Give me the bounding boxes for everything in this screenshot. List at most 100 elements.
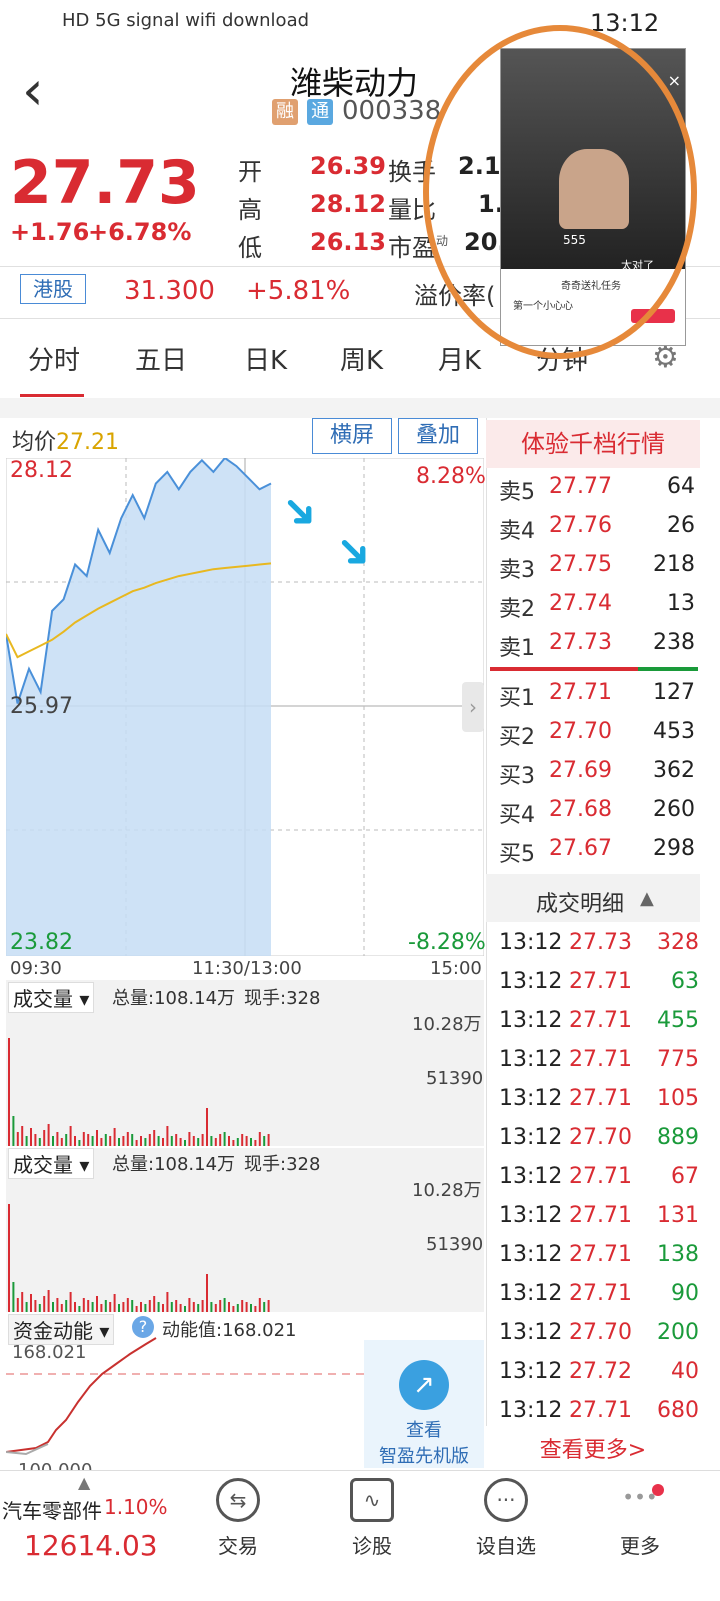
volume-bar — [12, 1116, 15, 1146]
volume-bar — [30, 1128, 32, 1146]
volume-bar — [135, 1140, 138, 1146]
trade-price: 27.71 — [569, 1281, 632, 1306]
volume-bar — [43, 1130, 46, 1146]
volume-bar — [104, 1300, 107, 1312]
volume-bar — [144, 1138, 147, 1146]
trade-row: 13:12 27.70 200 — [499, 1316, 709, 1356]
pct-axis-bottom: -8.28% — [408, 930, 486, 955]
trade-volume: 328 — [657, 930, 699, 955]
tab-intraday[interactable]: 分时 — [28, 340, 80, 377]
tab-week-k[interactable]: 周K — [340, 340, 383, 377]
volume-bar — [78, 1306, 81, 1312]
trade-row: 13:12 27.71 680 — [499, 1394, 709, 1434]
tab-day-k[interactable]: 日K — [244, 340, 287, 377]
trade-price: 27.71 — [569, 1398, 632, 1423]
volume-bar — [179, 1304, 182, 1312]
avg-price-label: 均价27.21 — [12, 424, 119, 456]
volume-bar — [188, 1132, 191, 1146]
trade-price: 27.71 — [569, 969, 632, 994]
volume-bar — [223, 1132, 226, 1146]
volume-bar — [162, 1138, 164, 1146]
volume-bar — [65, 1300, 68, 1312]
promo-card[interactable]: ↗ 查看 智盈先机版 — [364, 1340, 484, 1468]
bid-label: 买1 — [499, 686, 535, 711]
trade-price: 27.71 — [569, 1047, 632, 1072]
volume-bar — [219, 1300, 222, 1312]
volume-bar — [210, 1302, 213, 1312]
volume-bar — [100, 1304, 103, 1312]
nav-trade[interactable]: ⇆ 交易 — [188, 1478, 288, 1559]
volume-bar — [184, 1140, 186, 1146]
volume-bar — [236, 1138, 239, 1146]
volume-bar — [179, 1138, 182, 1146]
y-axis-top: 28.12 — [10, 458, 73, 483]
volume-bars — [8, 1038, 270, 1146]
volume-bar — [38, 1304, 41, 1312]
trade-price: 27.70 — [569, 1125, 632, 1150]
back-icon[interactable]: ‹ — [22, 64, 44, 118]
nav-more[interactable]: ••• 更多 — [590, 1478, 690, 1559]
volume-bar — [267, 1134, 270, 1146]
bid-price: 27.68 — [549, 797, 612, 822]
trade-price: 27.71 — [569, 1008, 632, 1033]
tab-five-day[interactable]: 五日 — [135, 340, 187, 377]
ask-label: 卖3 — [499, 558, 535, 583]
trade-volume: 40 — [671, 1359, 699, 1384]
volume-bar — [43, 1296, 46, 1312]
trade-time: 13:12 — [499, 1398, 563, 1423]
volume-bar — [52, 1136, 54, 1146]
connect-badge: 通 — [307, 99, 334, 125]
time-axis-end: 15:00 — [430, 958, 482, 979]
notification-dot — [652, 1484, 664, 1496]
intraday-chart[interactable] — [6, 458, 484, 956]
volume-bar — [258, 1298, 261, 1312]
ask-label: 卖5 — [499, 480, 535, 505]
volume-bar — [188, 1298, 191, 1312]
sector-ticker[interactable]: ▲ 汽车零部件 1.10% 12614.03 — [0, 1470, 173, 1601]
volume-bar — [8, 1204, 10, 1312]
volume-bar — [113, 1128, 116, 1146]
more-dots-icon: ··· — [484, 1478, 528, 1522]
volume-bar — [228, 1302, 230, 1312]
volume-bar — [170, 1302, 173, 1312]
promo-line1: 查看 — [406, 1420, 442, 1441]
volume-bar — [21, 1292, 24, 1312]
volume-label: 成交量 — [13, 987, 73, 1011]
trade-volume: 67 — [671, 1164, 699, 1189]
trade-row: 13:12 27.71 105 — [499, 1082, 709, 1122]
landscape-button[interactable]: 横屏 — [312, 418, 392, 454]
volume-bar — [109, 1136, 112, 1146]
exchange-icon: ⇆ — [216, 1478, 260, 1522]
ask-volume: 26 — [667, 513, 695, 538]
volume-bar — [166, 1292, 169, 1312]
volume-max: 10.28万 — [412, 1014, 482, 1035]
nav-watchlist[interactable]: ··· 设自选 — [456, 1478, 556, 1559]
chevron-right-icon[interactable]: › — [462, 682, 484, 732]
volume-bar — [267, 1300, 270, 1312]
trade-time: 13:12 — [499, 1008, 563, 1033]
margin-badge: 融 — [272, 99, 298, 125]
trade-time: 13:12 — [499, 1203, 563, 1228]
volume-total: 总量:108.14万 — [112, 988, 236, 1009]
hk-share-badge[interactable]: 港股 — [20, 274, 86, 304]
volume-bar — [214, 1138, 217, 1146]
level-2-promo[interactable]: 体验千档行情 — [486, 420, 700, 468]
volume-bar — [122, 1302, 125, 1312]
volume-bar — [166, 1126, 169, 1146]
volume-selector[interactable]: 成交量 ▾ — [8, 1148, 95, 1179]
bid-label: 买5 — [499, 842, 535, 867]
volume-bar — [47, 1290, 50, 1312]
ask-row: 卖5 27.77 64 — [499, 470, 709, 510]
trade-detail-header[interactable]: 成交明细 ▲ — [486, 874, 700, 922]
trade-volume: 455 — [657, 1008, 699, 1033]
volume-selector[interactable]: 成交量 ▾ — [8, 982, 95, 1013]
volume-bar — [201, 1300, 204, 1312]
overlay-button[interactable]: 叠加 — [398, 418, 478, 454]
volume-bar — [245, 1136, 248, 1146]
volume-bar — [254, 1306, 257, 1312]
nav-diagnose[interactable]: ∿ 诊股 — [322, 1478, 422, 1559]
sector-pct: 1.10% — [104, 1495, 168, 1519]
volume-bar — [82, 1132, 85, 1146]
trade-time: 13:12 — [499, 1320, 563, 1345]
volume-bar — [122, 1136, 125, 1146]
